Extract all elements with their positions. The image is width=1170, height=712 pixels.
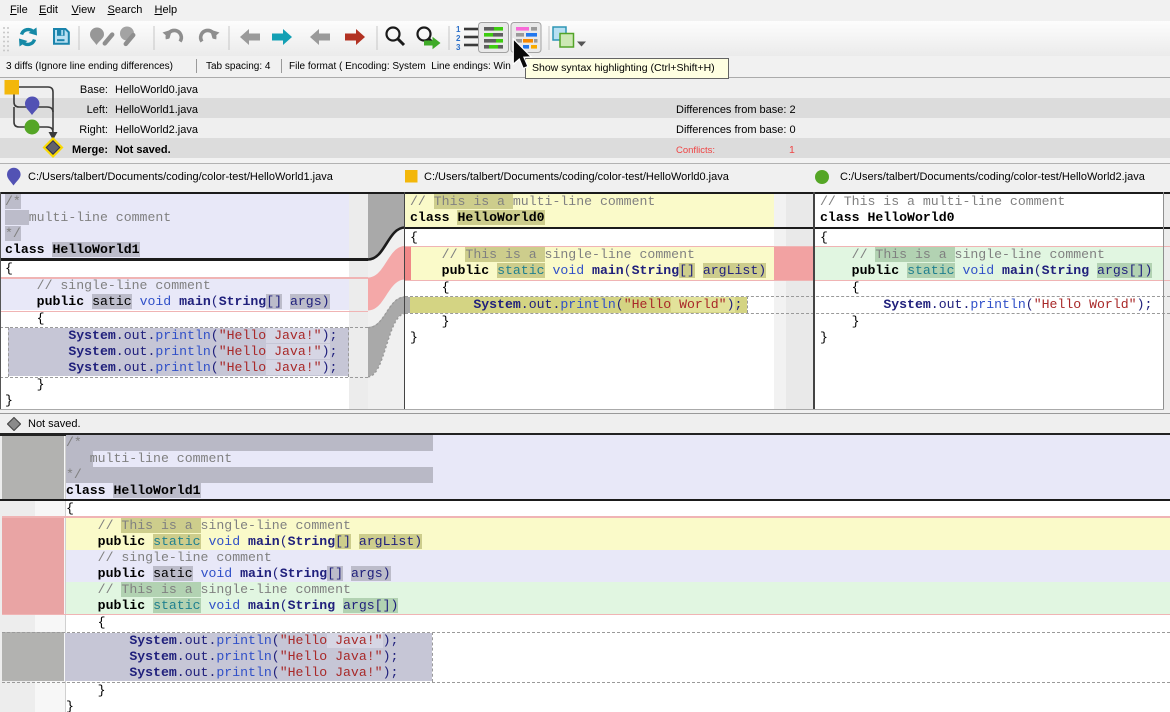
svg-text:3: 3 [456,43,461,52]
svg-text:1: 1 [456,25,461,34]
svg-text:2: 2 [456,34,461,43]
